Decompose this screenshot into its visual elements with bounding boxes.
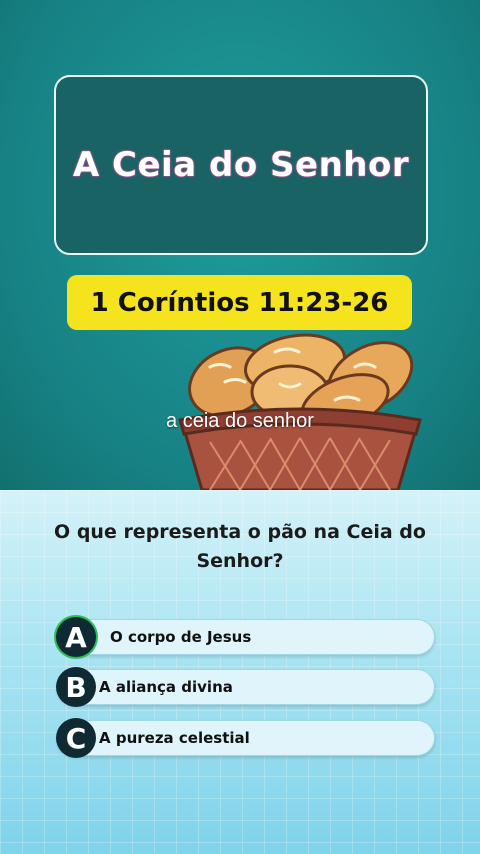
option-text-a: O corpo de Jesus xyxy=(110,628,252,646)
quiz-section: O que representa o pão na Ceia do Senhor… xyxy=(0,490,480,854)
option-letter-c: C xyxy=(56,718,96,758)
option-text-c: A pureza celestial xyxy=(99,729,250,747)
quiz-question: O que representa o pão na Ceia do Senhor… xyxy=(54,521,426,572)
scripture-reference: 1 Coríntios 11:23-26 xyxy=(90,287,389,318)
option-letter-b: B xyxy=(56,667,96,707)
header-section: A Ceia do Senhor 1 Coríntios 11:23-26 a … xyxy=(0,0,480,492)
answer-option-c[interactable]: C A pureza celestial xyxy=(56,718,435,758)
answer-option-a[interactable]: A O corpo de Jesus xyxy=(56,617,435,657)
answer-option-b[interactable]: B A aliança divina xyxy=(56,667,435,707)
option-text-b: A aliança divina xyxy=(99,678,233,696)
page-title: A Ceia do Senhor xyxy=(72,145,410,185)
option-letter-a: A xyxy=(56,617,96,657)
title-card: A Ceia do Senhor xyxy=(54,75,428,255)
bread-basket-icon xyxy=(170,322,430,492)
video-caption: a ceia do senhor xyxy=(166,410,314,432)
